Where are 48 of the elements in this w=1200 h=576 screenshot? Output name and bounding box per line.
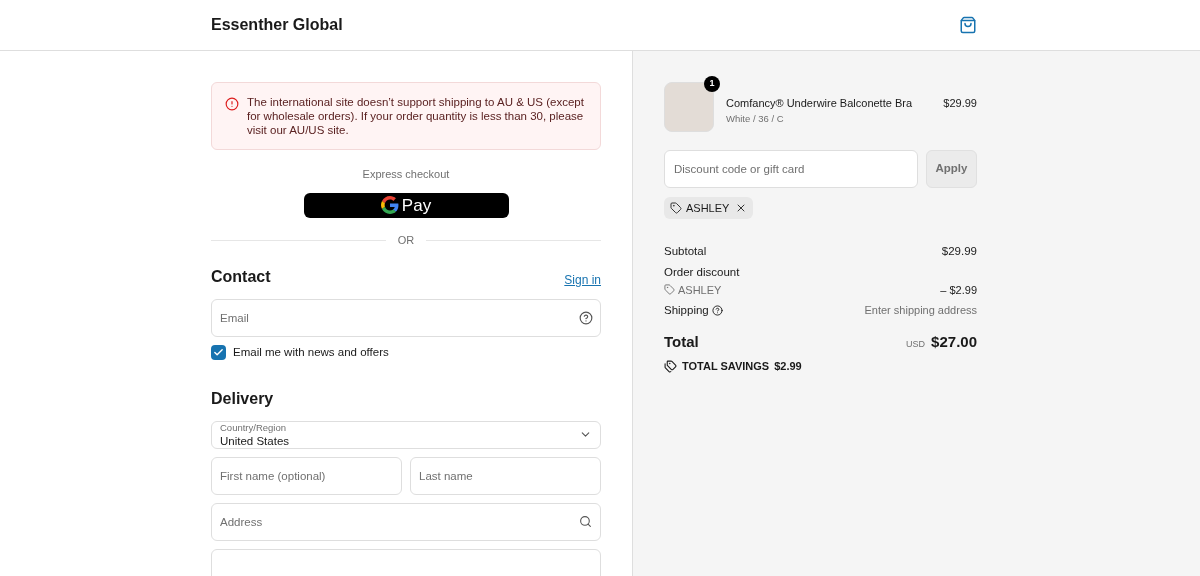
- or-divider-label: OR: [397, 233, 415, 248]
- newsletter-checkbox[interactable]: [211, 344, 226, 360]
- tag-icon: [670, 202, 682, 214]
- help-icon[interactable]: [579, 310, 593, 325]
- quantity-badge: 1: [704, 76, 720, 92]
- product-photo-placeholder: [664, 82, 714, 132]
- summary-value: – $2.99: [940, 282, 977, 298]
- tag-icon: [664, 284, 675, 296]
- summary-label: Subtotal: [664, 244, 707, 259]
- last-name-field[interactable]: Last name: [410, 457, 601, 495]
- section-title: Delivery: [211, 388, 275, 409]
- total-label: Total: [664, 332, 699, 353]
- discount-code: ASHLEY: [678, 282, 722, 298]
- total-value: $27.00: [931, 332, 977, 353]
- search-icon: [579, 515, 592, 528]
- product-name: Comfancy® Underwire Balconette Bra: [726, 96, 914, 111]
- summary-value: $29.99: [941, 244, 977, 259]
- store-name: Essenther Global: [211, 15, 343, 35]
- section-title: Contact: [211, 266, 271, 287]
- email-field[interactable]: Email: [211, 298, 601, 337]
- newsletter-label: Email me with news and offers: [233, 344, 389, 360]
- express-checkout-label: Express checkout: [362, 167, 450, 182]
- field-value: United States: [220, 433, 291, 448]
- currency-code: USD: [906, 338, 926, 352]
- savings-value: $2.99: [774, 358, 802, 374]
- summary-value: Enter shipping address: [864, 303, 977, 319]
- google-g-icon: [380, 196, 399, 215]
- shopping-bag-icon[interactable]: [959, 16, 977, 34]
- discount-code-field[interactable]: Discount code or gift card: [664, 150, 918, 188]
- summary-label: Order discount: [664, 265, 741, 281]
- discount-code: ASHLEY: [686, 200, 730, 216]
- alert-icon: [225, 97, 239, 111]
- field-label: Country/Region: [220, 421, 287, 434]
- product-variant: White / 36 / C: [726, 111, 785, 126]
- notice-text: The international site doesn’t support shipping to AU & US (except for wholesale orders). If your order quantity is less than 30, please visit our AU/US site.: [247, 95, 585, 137]
- apply-button[interactable]: Apply: [926, 150, 977, 188]
- summary-label: Shipping: [664, 303, 709, 318]
- check-icon: [213, 346, 224, 358]
- sign-in-link[interactable]: Sign in: [564, 270, 601, 289]
- apartment-field[interactable]: [211, 549, 601, 576]
- help-icon[interactable]: [711, 305, 723, 317]
- savings-label: TOTAL SAVINGS: [682, 358, 770, 374]
- address-field[interactable]: Address: [211, 503, 601, 541]
- google-pay-button[interactable]: Pay: [303, 192, 509, 218]
- first-name-field[interactable]: First name (optional): [211, 457, 402, 495]
- country-select[interactable]: Country/Region United States: [211, 420, 601, 449]
- product-price: $29.99: [943, 96, 977, 111]
- tags-icon: [664, 359, 677, 373]
